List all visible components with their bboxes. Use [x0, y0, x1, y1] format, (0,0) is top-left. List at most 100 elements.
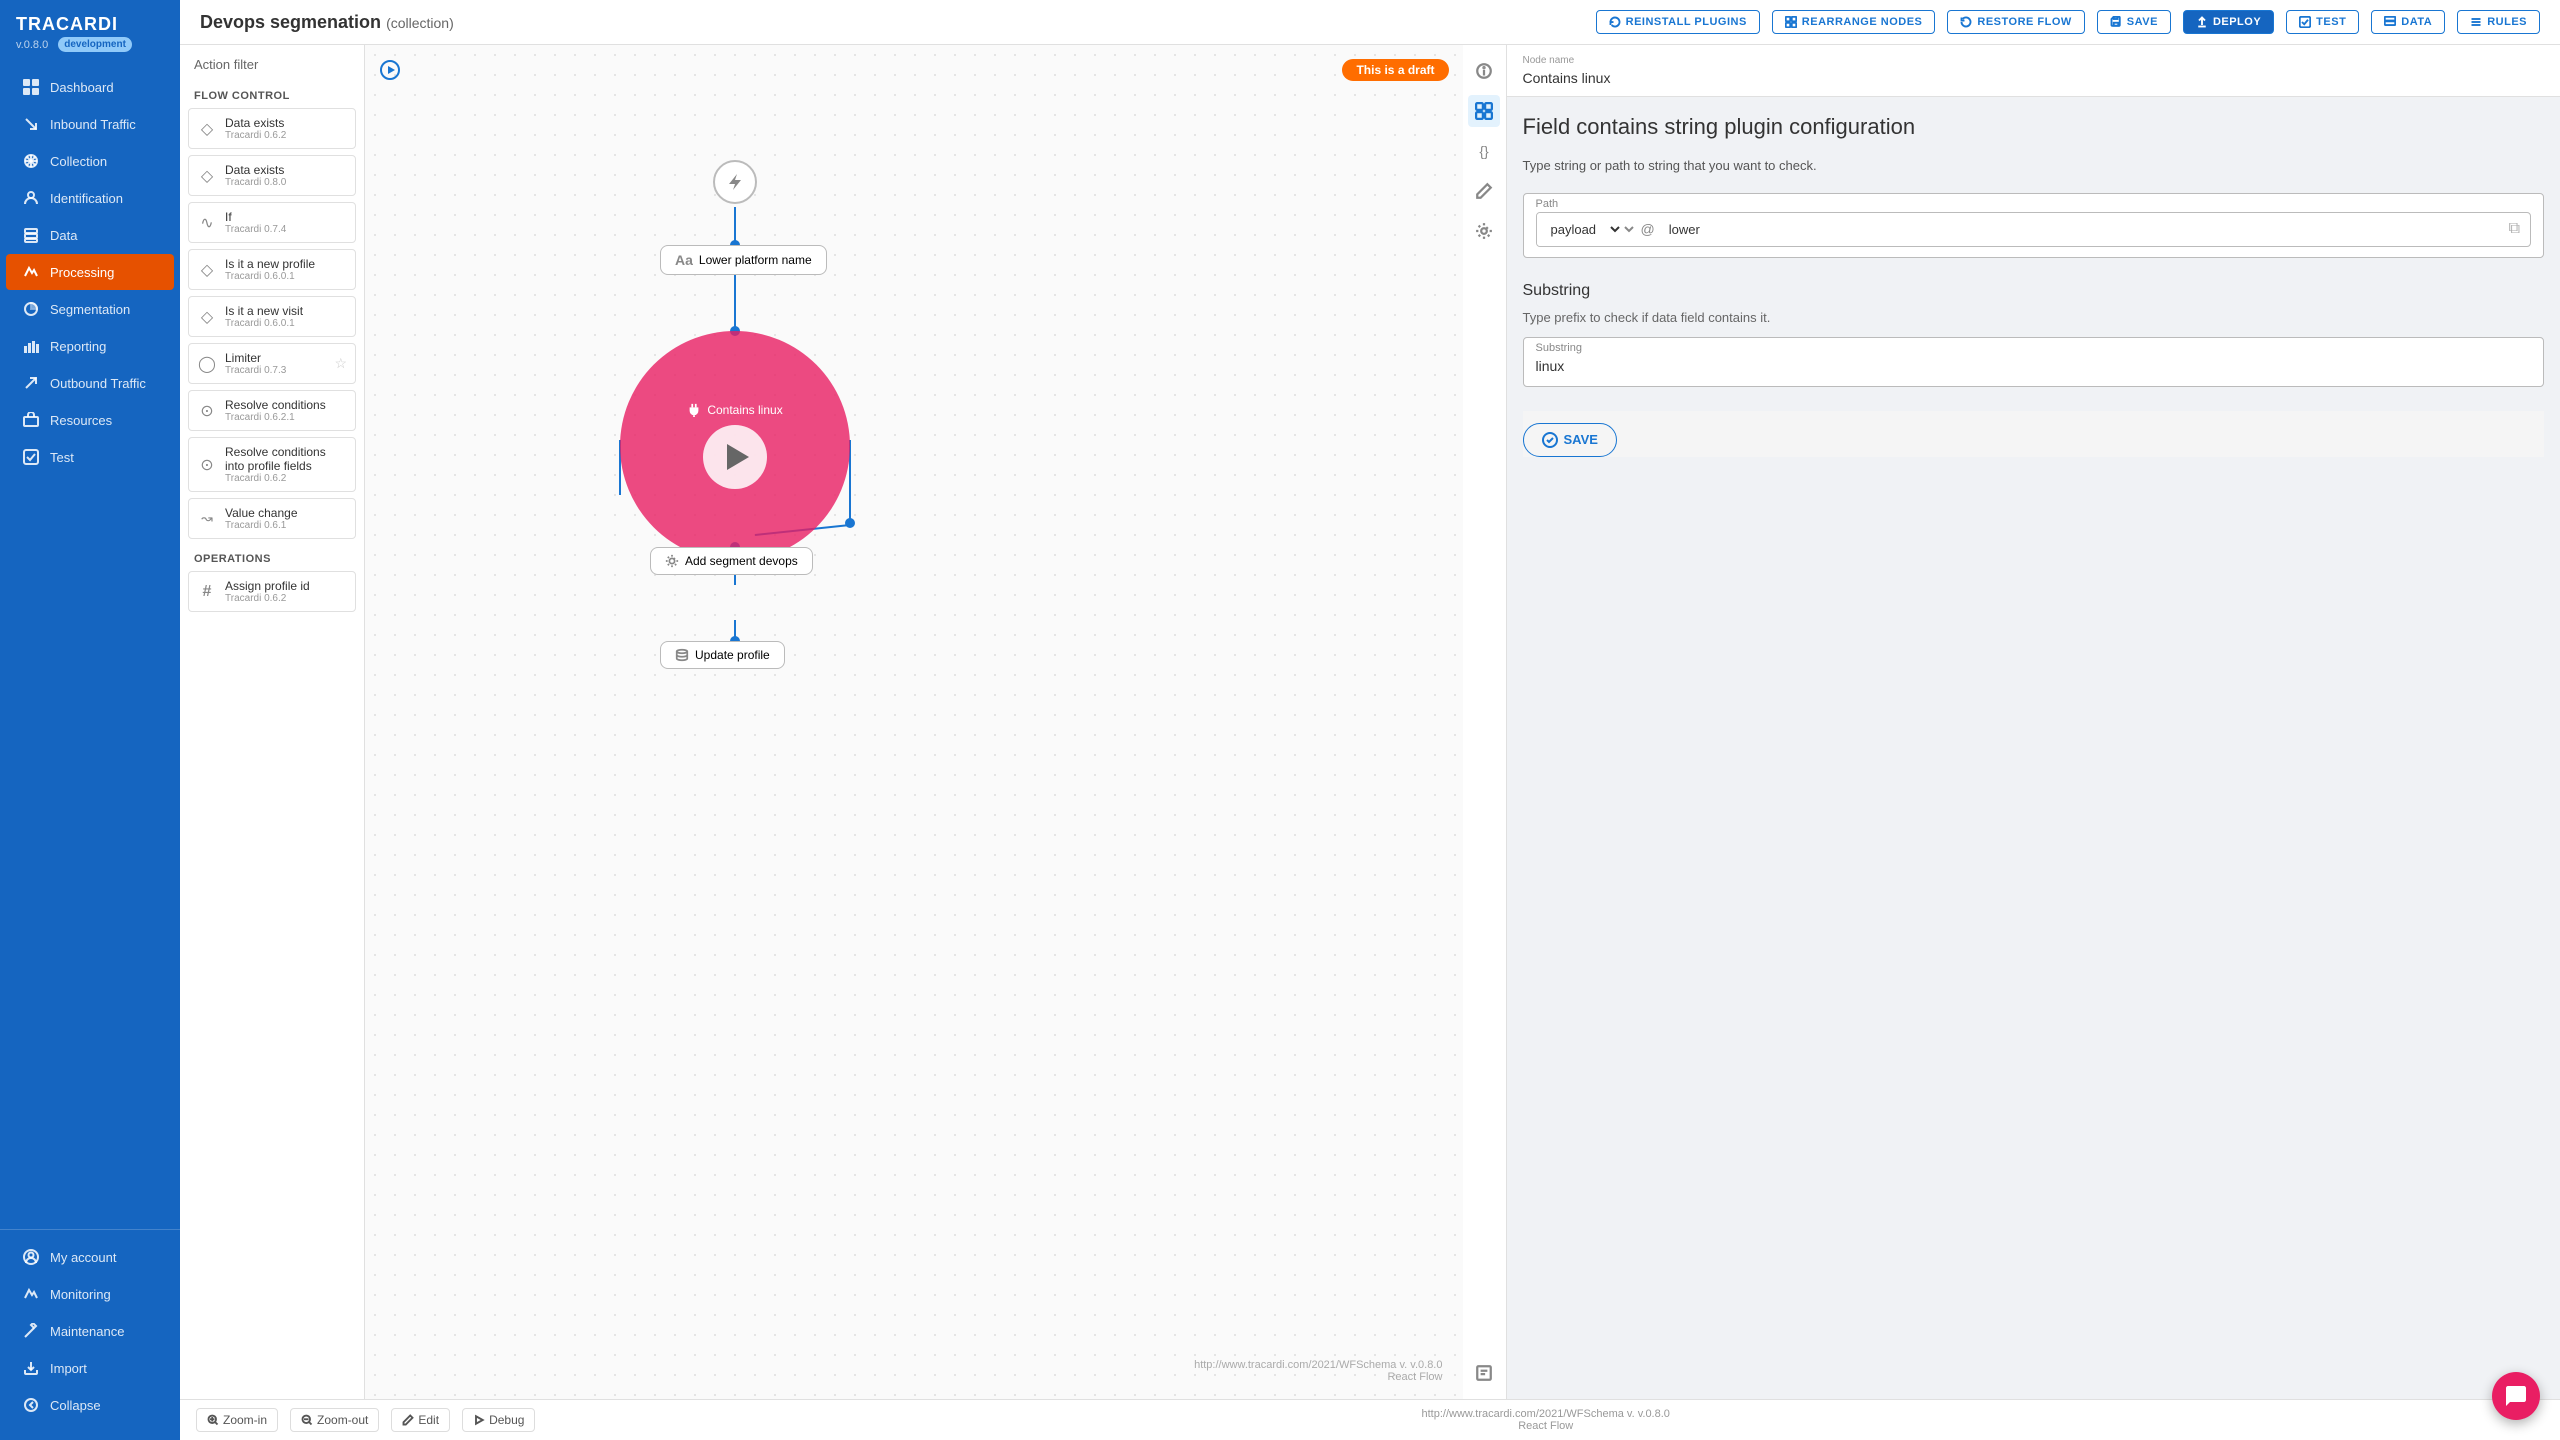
- node-contains-linux[interactable]: Contains linux: [620, 331, 850, 561]
- sliders-icon-btn[interactable]: [1468, 95, 1500, 127]
- chat-icon: [2504, 1384, 2528, 1408]
- chevron-down-icon: [1623, 223, 1635, 235]
- flow-item-assign-profile-id[interactable]: # Assign profile id Tracardi 0.6.2: [188, 571, 356, 612]
- chat-bubble-button[interactable]: [2492, 1372, 2540, 1420]
- star-icon[interactable]: ☆: [334, 355, 347, 372]
- sidebar-item-label: Collapse: [50, 1398, 101, 1413]
- sidebar-item-processing[interactable]: Processing: [6, 254, 174, 290]
- restore-flow-button[interactable]: RESTORE FLOW: [1947, 10, 2084, 34]
- canvas-connections: [365, 45, 1463, 1399]
- data-button[interactable]: DATA: [2371, 10, 2445, 34]
- flow-control-header: FLOW CONTROL: [188, 84, 356, 108]
- path-select[interactable]: payload profile event: [1537, 213, 1623, 246]
- config-panel-icons: {}: [1463, 45, 1507, 1399]
- sidebar-item-outbound-traffic[interactable]: Outbound Traffic: [6, 365, 174, 401]
- config-main-wrapper: Node name Contains linux Field contains …: [1507, 45, 2560, 1399]
- substring-float-label: Substring: [1536, 342, 2532, 354]
- test-button[interactable]: TEST: [2286, 10, 2359, 34]
- sidebar-item-resources[interactable]: Resources: [6, 402, 174, 438]
- zoom-in-button[interactable]: Zoom-in: [196, 1408, 278, 1432]
- config-description: Type string or path to string that you w…: [1523, 158, 2545, 173]
- substring-input-wrapper: Substring: [1523, 337, 2545, 387]
- question-icon: ⊙: [197, 401, 217, 421]
- rules-button[interactable]: RULES: [2457, 10, 2540, 34]
- my-account-icon: [22, 1248, 40, 1266]
- braces-icon: {}: [1479, 143, 1488, 159]
- sidebar-item-reporting[interactable]: Reporting: [6, 328, 174, 364]
- flow-item-new-profile[interactable]: ◇ Is it a new profile Tracardi 0.6.0.1: [188, 249, 356, 290]
- flow-item-limiter[interactable]: ◯ Limiter Tracardi 0.7.3 ☆: [188, 343, 356, 384]
- canvas-area: This is a draft: [365, 45, 1463, 1399]
- config-panel-right: {} Node name Contains linux: [1463, 45, 2560, 1399]
- edit-icon: [402, 1414, 414, 1426]
- debug-button[interactable]: Debug: [462, 1408, 535, 1432]
- diamond-icon: ◇: [197, 119, 217, 139]
- restore-icon: [1960, 16, 1972, 28]
- flow-item-data-exists-1[interactable]: ◇ Data exists Tracardi 0.6.2: [188, 108, 356, 149]
- node-add-segment[interactable]: Add segment devops: [650, 547, 813, 575]
- sidebar-item-label: Identification: [50, 191, 123, 206]
- sidebar-item-dashboard[interactable]: Dashboard: [6, 69, 174, 105]
- flow-item-if[interactable]: ∿ If Tracardi 0.7.4: [188, 202, 356, 243]
- data-icon-topbar: [2384, 16, 2396, 28]
- test-icon: [22, 448, 40, 466]
- flow-panel: Action filter FLOW CONTROL ◇ Data exists…: [180, 45, 365, 1399]
- topbar: Devops segmenation (collection) REINSTAL…: [180, 0, 2560, 45]
- run-button[interactable]: [379, 59, 401, 87]
- segmentation-icon: [22, 300, 40, 318]
- sidebar-item-test[interactable]: Test: [6, 439, 174, 475]
- sidebar-item-label: My account: [50, 1250, 116, 1265]
- rearrange-nodes-button[interactable]: REARRANGE NODES: [1772, 10, 1936, 34]
- node-name-section: Node name Contains linux: [1507, 45, 2560, 97]
- substring-input[interactable]: [1536, 356, 2532, 376]
- save-button[interactable]: SAVE: [2097, 10, 2171, 34]
- zoom-out-button[interactable]: Zoom-out: [290, 1408, 379, 1432]
- sidebar-item-label: Data: [50, 228, 77, 243]
- gear-icon-btn[interactable]: [1468, 215, 1500, 247]
- edit-button[interactable]: Edit: [391, 1408, 450, 1432]
- sidebar-item-import[interactable]: Import: [6, 1350, 174, 1386]
- flow-item-resolve-conditions-profile[interactable]: ⊙ Resolve conditions into profile fields…: [188, 437, 356, 492]
- sidebar-item-identification[interactable]: Identification: [6, 180, 174, 216]
- sidebar-item-collection[interactable]: Collection: [6, 143, 174, 179]
- deploy-button[interactable]: DEPLOY: [2183, 10, 2274, 34]
- reinstall-plugins-button[interactable]: REINSTALL PLUGINS: [1596, 10, 1760, 34]
- node-update-profile[interactable]: Update profile: [660, 641, 785, 669]
- node-lightning[interactable]: [713, 160, 757, 204]
- path-text-input[interactable]: [1661, 214, 2499, 245]
- info-icon-btn[interactable]: [1468, 55, 1500, 87]
- sidebar-item-maintenance[interactable]: Maintenance: [6, 1313, 174, 1349]
- question-icon-2: ⊙: [197, 455, 217, 475]
- sidebar: TRACARDI v.0.8.0 development Dashboard I…: [0, 0, 180, 1440]
- gear-icon-node: [665, 554, 679, 568]
- play-button[interactable]: [703, 425, 767, 489]
- lightning-icon: [725, 172, 745, 192]
- pen-icon-btn[interactable]: [1468, 175, 1500, 207]
- flow-item-resolve-conditions[interactable]: ⊙ Resolve conditions Tracardi 0.6.2.1: [188, 390, 356, 431]
- copy-icon-btn[interactable]: ⧉: [2499, 220, 2530, 238]
- sidebar-item-inbound-traffic[interactable]: Inbound Traffic: [6, 106, 174, 142]
- limiter-icon: ◯: [197, 354, 217, 374]
- grid-icon: [22, 78, 40, 96]
- sidebar-item-my-account[interactable]: My account: [6, 1239, 174, 1275]
- book-icon-btn[interactable]: [1468, 1357, 1500, 1389]
- save-icon: [2110, 16, 2122, 28]
- flow-item-value-change[interactable]: ↝ Value change Tracardi 0.6.1: [188, 498, 356, 539]
- sidebar-item-monitoring[interactable]: Monitoring: [6, 1276, 174, 1312]
- test-icon-topbar: [2299, 16, 2311, 28]
- sidebar-item-label: Import: [50, 1361, 87, 1376]
- sidebar-item-label: Outbound Traffic: [50, 376, 146, 391]
- zoom-in-icon: [207, 1414, 219, 1426]
- diamond-icon-3: ◇: [197, 260, 217, 280]
- config-save-button[interactable]: SAVE: [1523, 423, 1617, 457]
- braces-icon-btn[interactable]: {}: [1468, 135, 1500, 167]
- sidebar-footer: My account Monitoring Maintenance Import…: [0, 1229, 180, 1440]
- config-title: Field contains string plugin configurati…: [1523, 113, 2545, 142]
- sidebar-item-label: Inbound Traffic: [50, 117, 136, 132]
- reporting-icon: [22, 337, 40, 355]
- sidebar-item-data[interactable]: Data: [6, 217, 174, 253]
- sidebar-item-segmentation[interactable]: Segmentation: [6, 291, 174, 327]
- flow-item-data-exists-2[interactable]: ◇ Data exists Tracardi 0.8.0: [188, 155, 356, 196]
- sidebar-item-collapse[interactable]: Collapse: [6, 1387, 174, 1423]
- flow-item-new-visit[interactable]: ◇ Is it a new visit Tracardi 0.6.0.1: [188, 296, 356, 337]
